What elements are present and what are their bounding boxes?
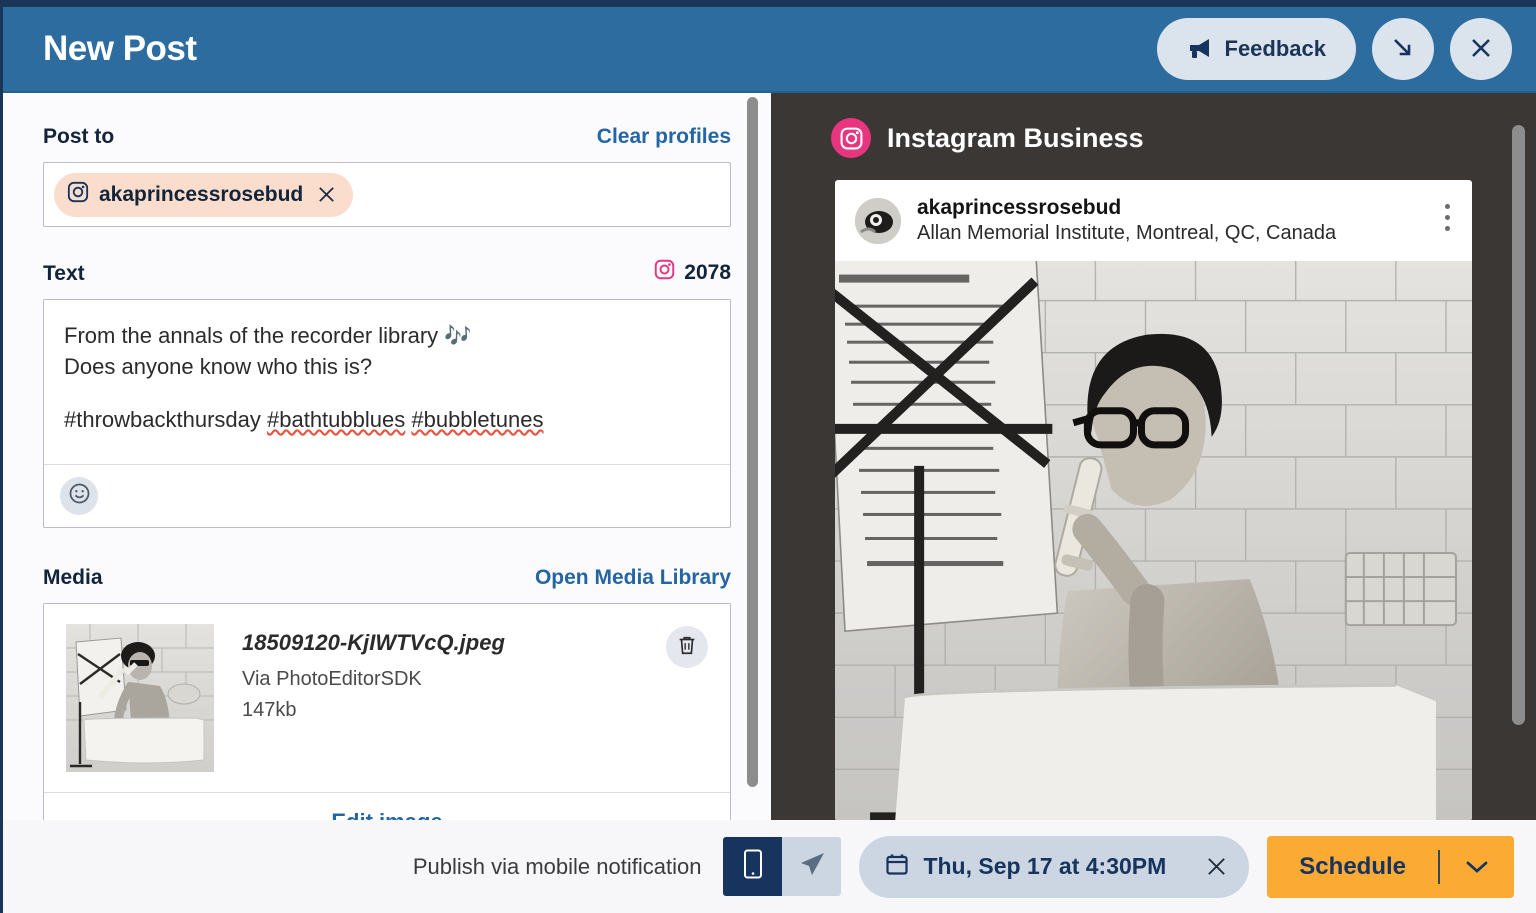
post-to-label: Post to — [43, 125, 115, 148]
auto-publish-option[interactable] — [782, 837, 842, 896]
delete-media-button[interactable] — [666, 626, 708, 668]
mobile-phone-icon — [742, 849, 764, 884]
hashtag-bathtubblues: #bathtubblues — [267, 407, 406, 432]
post-preview-card: akaprincessrosebud Allan Memorial Instit… — [835, 180, 1472, 820]
text-label: Text — [43, 262, 85, 285]
paper-plane-icon — [798, 850, 826, 883]
avatar — [855, 197, 901, 244]
schedule-button-divider — [1438, 849, 1440, 884]
new-post-window: New Post Feedback Post to Clear profiles… — [0, 0, 1536, 913]
window-titlebar: New Post Feedback — [3, 7, 1536, 93]
emoji-picker-button[interactable] — [60, 477, 98, 515]
open-media-library-link[interactable]: Open Media Library — [535, 566, 731, 590]
media-list: 18509120-KjIWTVcQ.jpeg Via PhotoEditorSD… — [43, 603, 731, 820]
emoji-smiley-icon — [68, 482, 91, 510]
media-file-source: Via PhotoEditorSDK — [242, 668, 422, 690]
publish-mode-toggle — [723, 837, 842, 896]
media-file-name: 18509120-KjIWTVcQ.jpeg — [242, 630, 505, 655]
preview-network-label: Instagram Business — [887, 122, 1144, 153]
edit-image-button[interactable]: Edit image — [44, 793, 730, 820]
more-vertical-icon[interactable] — [1445, 204, 1450, 237]
close-icon — [1468, 35, 1494, 64]
instagram-icon — [654, 259, 675, 286]
media-item: 18509120-KjIWTVcQ.jpeg Via PhotoEditorSD… — [44, 604, 730, 793]
post-to-header: Post to Clear profiles — [43, 125, 731, 149]
media-file-size: 147kb — [242, 699, 297, 721]
content-area: Post to Clear profiles akaprincessrosebu… — [3, 93, 1536, 820]
text-blank-line — [64, 382, 710, 404]
media-details: 18509120-KjIWTVcQ.jpeg Via PhotoEditorSD… — [242, 624, 505, 730]
post-preview-identity: akaprincessrosebud Allan Memorial Instit… — [917, 196, 1336, 245]
schedule-button[interactable]: Schedule — [1267, 835, 1514, 898]
text-line-2: Does anyone know who this is? — [64, 354, 373, 379]
text-input[interactable]: From the annals of the recorder library … — [44, 300, 730, 465]
chevron-down-icon[interactable] — [1440, 860, 1514, 874]
arrow-down-right-icon — [1390, 35, 1416, 64]
schedule-date-chip[interactable]: Thu, Sep 17 at 4:30PM — [859, 835, 1250, 898]
megaphone-icon — [1187, 37, 1213, 62]
profile-chip[interactable]: akaprincessrosebud — [54, 172, 354, 217]
schedule-button-label: Schedule — [1299, 852, 1406, 880]
preview-network-header: Instagram Business — [771, 115, 1536, 161]
preview-scrollbar[interactable] — [1512, 125, 1525, 725]
clear-profiles-link[interactable]: Clear profiles — [597, 125, 731, 149]
media-label: Media — [43, 566, 103, 589]
close-button[interactable] — [1450, 18, 1512, 80]
profile-name: akaprincessrosebud — [99, 182, 304, 206]
clear-date-button[interactable] — [1206, 856, 1227, 877]
header-actions: Feedback — [1156, 18, 1512, 80]
post-image — [835, 243, 1472, 820]
schedule-date-value: Thu, Sep 17 at 4:30PM — [923, 853, 1167, 879]
profiles-input[interactable]: akaprincessrosebud — [43, 162, 731, 227]
feedback-label: Feedback — [1224, 36, 1327, 61]
remove-profile-button[interactable] — [313, 185, 336, 204]
post-location: Allan Memorial Institute, Montreal, QC, … — [917, 222, 1337, 244]
text-editor[interactable]: From the annals of the recorder library … — [43, 299, 731, 528]
text-toolbar — [44, 465, 730, 527]
hashtag-bubbletunes: #bubbletunes — [411, 407, 544, 432]
media-header: Media Open Media Library — [43, 566, 731, 590]
text-hashtags-line: #throwbackthursday #bathtubblues #bubble… — [64, 404, 710, 435]
mobile-notification-option[interactable] — [723, 837, 783, 896]
instagram-icon — [831, 118, 871, 158]
page-title: New Post — [43, 29, 197, 68]
edit-image-label: Edit image — [331, 809, 442, 820]
text-header: Text 2078 — [43, 259, 731, 286]
composer-panel: Post to Clear profiles akaprincessrosebu… — [3, 93, 771, 820]
preview-panel: Instagram Business akaprincessrosebud Al… — [771, 93, 1536, 820]
character-counter: 2078 — [654, 259, 731, 286]
trash-icon — [676, 634, 698, 661]
post-preview-header: akaprincessrosebud Allan Memorial Instit… — [835, 180, 1472, 261]
hashtag-prefix: #throwbackthursday — [64, 407, 267, 432]
text-line-1: From the annals of the recorder library … — [64, 323, 472, 348]
counter-value: 2078 — [684, 260, 731, 284]
media-thumbnail[interactable] — [66, 624, 214, 772]
calendar-icon — [885, 852, 909, 881]
post-username: akaprincessrosebud — [917, 196, 1122, 219]
minimize-button[interactable] — [1372, 18, 1434, 80]
feedback-button[interactable]: Feedback — [1156, 18, 1356, 80]
composer-scrollbar[interactable] — [747, 97, 758, 787]
instagram-icon — [67, 181, 89, 208]
publish-note: Publish via mobile notification — [412, 853, 702, 879]
footer-bar: Publish via mobile notification Thu, Sep… — [3, 820, 1536, 913]
